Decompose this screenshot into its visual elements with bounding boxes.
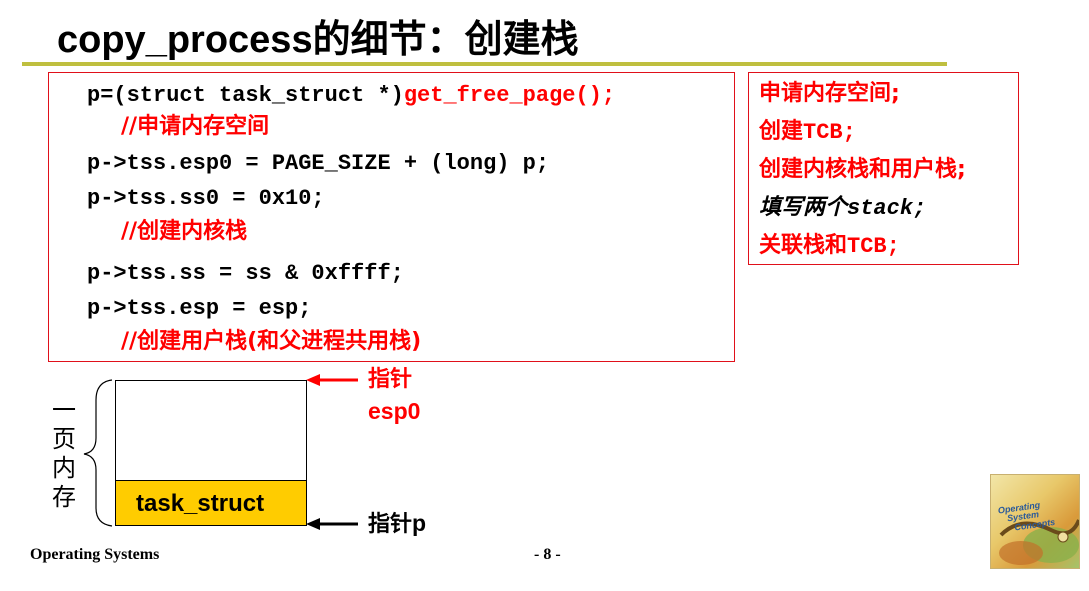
p-pointer-label: 指针p	[368, 512, 426, 536]
esp0-pointer-label: 指针	[368, 367, 413, 392]
p-arrow-head	[306, 518, 320, 530]
book-cover-image: Operating System Concepts	[990, 474, 1080, 569]
task-struct-block: task_struct	[115, 480, 307, 526]
esp0-arrow-head	[306, 374, 320, 386]
p-pointer-label-text: 指针	[368, 512, 413, 537]
footer-page-number: - 8 -	[534, 546, 561, 563]
p-pointer-value: p	[412, 510, 427, 536]
esp0-pointer-value: esp0	[368, 398, 421, 424]
page-brace	[83, 379, 113, 527]
footer-course-name: Operating Systems	[30, 546, 160, 563]
